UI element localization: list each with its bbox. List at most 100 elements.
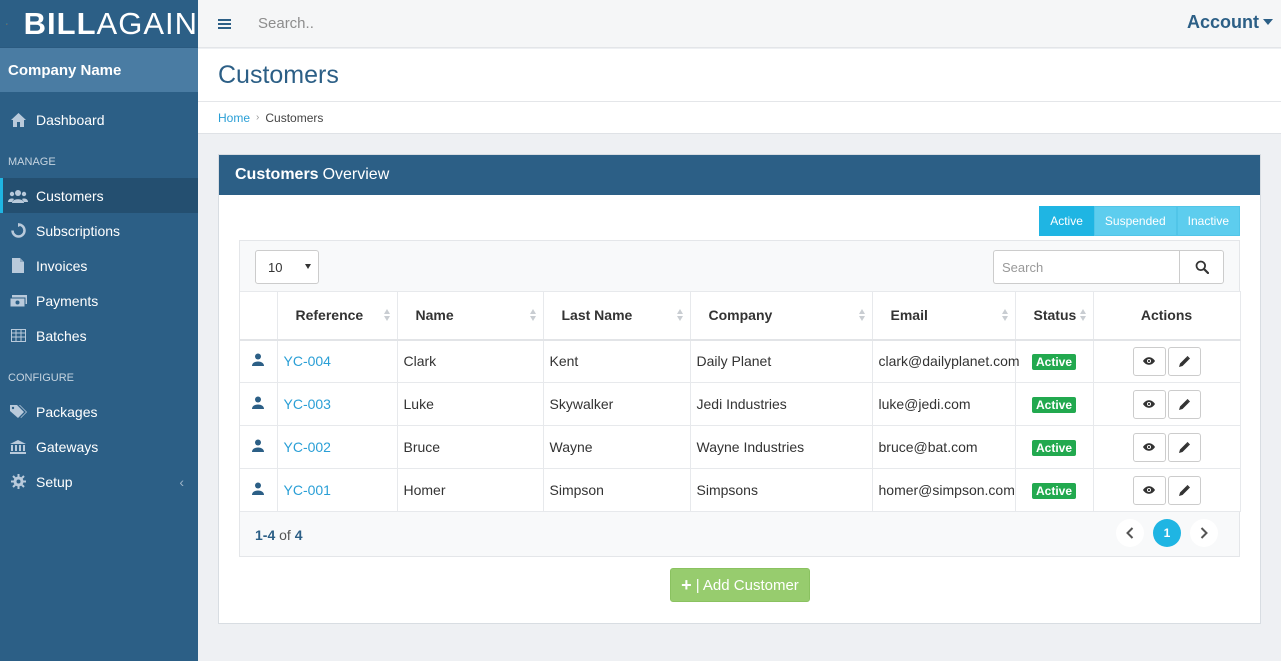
col-icon: [240, 291, 278, 341]
customer-row-icon-cell: [240, 425, 278, 469]
sidebar-item-payments[interactable]: Payments: [0, 283, 198, 318]
cell-company: Daily Planet: [690, 339, 873, 383]
view-button[interactable]: [1132, 475, 1166, 505]
sidebar-item-label: Setup: [36, 473, 73, 490]
panel-title-bold: Customers: [235, 166, 319, 183]
edit-button[interactable]: [1167, 432, 1201, 462]
edit-button[interactable]: [1167, 346, 1201, 376]
table-footer: 1-4 of 4 1: [240, 511, 1239, 556]
cell-status: Active: [1015, 468, 1094, 512]
sidebar-item-label: Payments: [36, 292, 99, 309]
next-page-button[interactable]: [1190, 519, 1218, 547]
cell-email: luke@jedi.com: [872, 382, 1016, 426]
col-email[interactable]: Email: [872, 291, 1016, 341]
cell-status: Active: [1015, 425, 1094, 469]
prev-page-button[interactable]: [1116, 519, 1144, 547]
cell-actions: [1093, 425, 1241, 469]
sidebar-item-setup[interactable]: Setup ‹: [0, 464, 198, 499]
table-row[interactable]: YC-004 Clark Kent Daily Planet clark@dailypl…: [240, 339, 1241, 383]
cell-company: Simpsons: [690, 468, 873, 512]
filter-suspended-button[interactable]: Suspended: [1093, 206, 1177, 236]
status-badge: Active: [1031, 483, 1077, 499]
page-1-button[interactable]: 1: [1153, 519, 1181, 547]
table-row[interactable]: YC-003 Luke Skywalker Jedi Industries luke@j…: [240, 382, 1241, 426]
sidebar-item-label: Invoices: [36, 257, 88, 274]
sort-icon: [529, 309, 536, 321]
sidebar-item-gateways[interactable]: Gateways: [0, 429, 198, 464]
sidebar-item-customers[interactable]: Customers: [0, 178, 198, 213]
col-name[interactable]: Name: [397, 291, 544, 341]
sidebar-item-label: Packages: [36, 403, 98, 420]
sort-icon: [858, 309, 865, 321]
logo[interactable]: BILLAGAIN: [0, 0, 198, 48]
cell-status: Active: [1015, 382, 1094, 426]
table-row[interactable]: YC-001 Homer Simpson Simpsons homer@simpson.…: [240, 468, 1241, 512]
view-button[interactable]: [1132, 346, 1166, 376]
cell-last-name: Skywalker: [543, 382, 691, 426]
sidebar-item-batches[interactable]: Batches: [0, 318, 198, 353]
sidebar-item-invoices[interactable]: Invoices: [0, 248, 198, 283]
sidebar-item-packages[interactable]: Packages: [0, 394, 198, 429]
col-label: Name: [415, 307, 454, 324]
result-count: 1-4 of 4: [255, 527, 303, 543]
pencil-icon: [1178, 484, 1190, 496]
logo-ring-icon: [6, 22, 8, 25]
table-search-input[interactable]: [993, 250, 1179, 284]
cell-reference[interactable]: YC-001: [277, 468, 398, 512]
cell-name: Clark: [397, 339, 544, 383]
customer-row-icon-cell: [240, 339, 278, 383]
per-page-select[interactable]: 10: [255, 250, 319, 284]
view-button[interactable]: [1132, 389, 1166, 419]
customers-table: Reference Name Last Name Company Email S…: [240, 291, 1241, 512]
result-range: 1-4: [255, 527, 276, 543]
breadcrumb-home[interactable]: Home: [218, 111, 250, 125]
cell-last-name: Kent: [543, 339, 691, 383]
panel-title-rest: Overview: [322, 166, 390, 183]
global-search-input[interactable]: [258, 15, 558, 32]
cell-reference[interactable]: YC-002: [277, 425, 398, 469]
table-search-button[interactable]: [1179, 250, 1224, 284]
users-icon: [8, 188, 28, 204]
col-label: Actions: [1140, 307, 1193, 324]
filter-inactive-button[interactable]: Inactive: [1176, 206, 1240, 236]
cell-last-name: Simpson: [543, 468, 691, 512]
cell-reference[interactable]: YC-003: [277, 382, 398, 426]
section-configure: CONFIGURE: [8, 371, 74, 384]
cell-reference[interactable]: YC-004: [277, 339, 398, 383]
sidebar-item-dashboard[interactable]: Dashboard: [0, 102, 198, 137]
cell-name: Bruce: [397, 425, 544, 469]
money-icon: [8, 293, 28, 309]
cell-status: Active: [1015, 339, 1094, 383]
eye-icon: [1143, 443, 1155, 451]
status-badge: Active: [1031, 397, 1077, 413]
col-label: Email: [890, 307, 928, 324]
add-customer-button[interactable]: + | Add Customer: [670, 568, 810, 602]
sidebar-item-subscriptions[interactable]: Subscriptions: [0, 213, 198, 248]
home-icon: [8, 112, 28, 128]
customers-panel: Customers Overview Active Suspended Inac…: [218, 154, 1261, 624]
edit-button[interactable]: [1167, 389, 1201, 419]
col-company[interactable]: Company: [690, 291, 873, 341]
sidebar-item-label: Dashboard: [36, 111, 105, 128]
menu-toggle-icon[interactable]: [218, 17, 231, 31]
page-title: Customers: [218, 61, 339, 89]
tags-icon: [8, 404, 28, 420]
col-reference[interactable]: Reference: [277, 291, 398, 341]
page-header: Customers: [198, 49, 1281, 102]
table-row[interactable]: YC-002 Bruce Wayne Wayne Industries bruce@ba…: [240, 425, 1241, 469]
cell-company: Jedi Industries: [690, 382, 873, 426]
table-icon: [8, 328, 28, 344]
col-status[interactable]: Status: [1015, 291, 1094, 341]
filter-active-button[interactable]: Active: [1039, 206, 1094, 236]
sort-icon: [676, 309, 683, 321]
col-last-name[interactable]: Last Name: [543, 291, 691, 341]
edit-button[interactable]: [1167, 475, 1201, 505]
sort-icon: [383, 309, 390, 321]
company-name[interactable]: Company Name: [0, 48, 198, 92]
section-manage: MANAGE: [8, 155, 56, 168]
cell-email: homer@simpson.com: [872, 468, 1016, 512]
account-menu[interactable]: Account: [1187, 12, 1273, 33]
search-icon: [1195, 260, 1209, 274]
status-badge: Active: [1031, 440, 1077, 456]
view-button[interactable]: [1132, 432, 1166, 462]
